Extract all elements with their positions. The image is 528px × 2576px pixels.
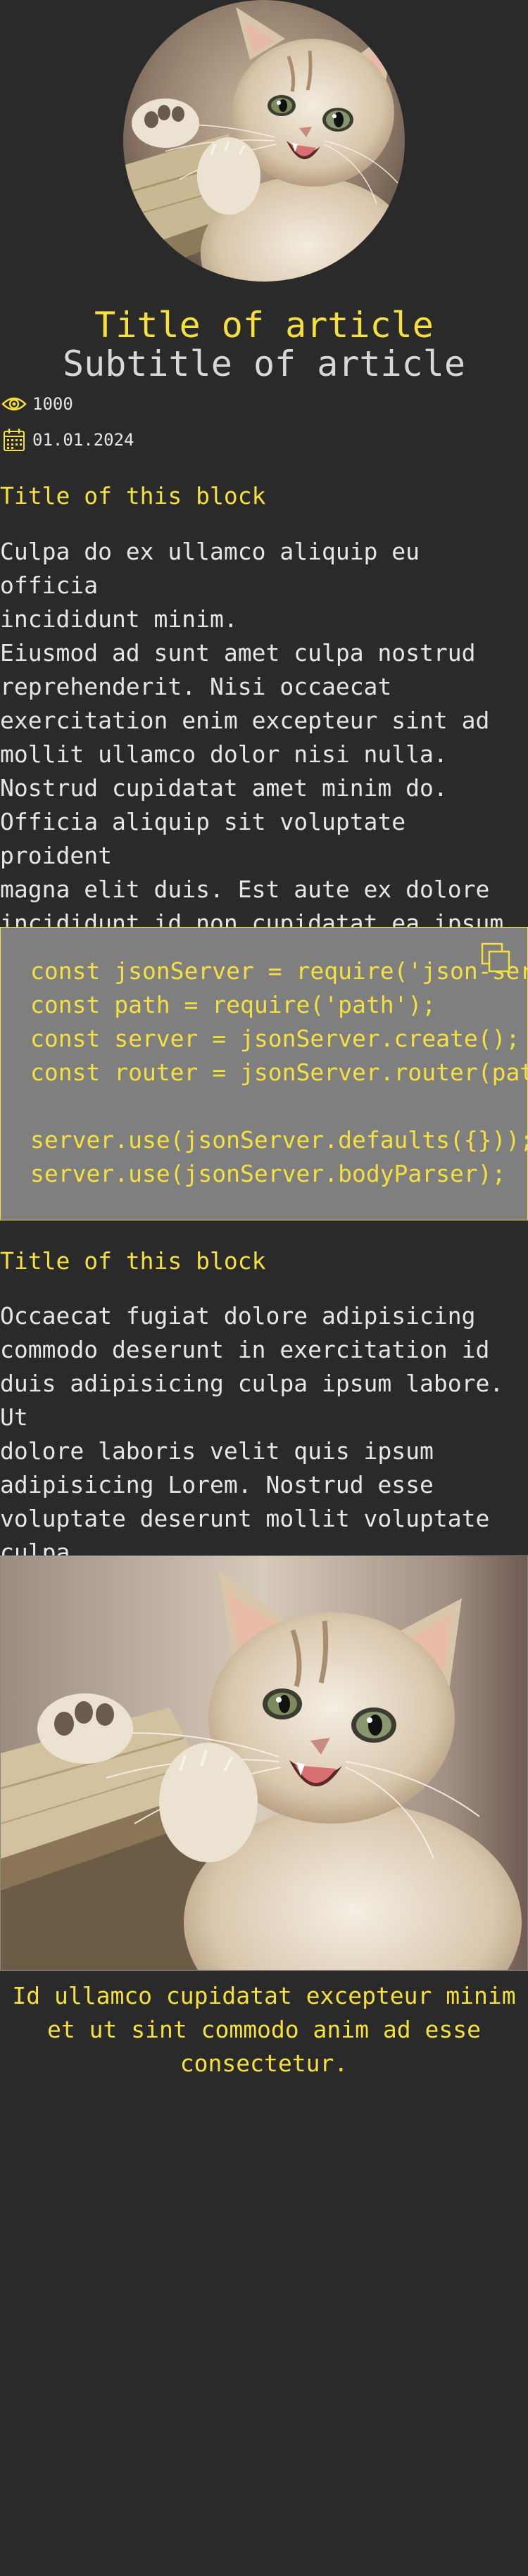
article-page: Title of article Subtitle of article 100… [0, 0, 528, 2576]
article-title: Title of article [94, 305, 434, 346]
views-count: 1000 [32, 394, 73, 414]
block-paragraph: Culpa do ex ullamco aliquip eu officia i… [0, 538, 504, 971]
article-subtitle: Subtitle of article [63, 343, 465, 384]
image-caption: Id ullamco cupidatat excepteur minim et … [12, 1982, 516, 2077]
article-avatar-image [123, 0, 405, 282]
block-title: Title of this block [0, 1247, 266, 1275]
copy-button[interactable] [479, 942, 513, 976]
views-row: 1000 [0, 390, 73, 418]
block-title: Title of this block [0, 482, 266, 510]
eye-icon [0, 390, 28, 418]
copy-icon [481, 942, 510, 973]
date-row: 01.01.2024 [0, 426, 134, 454]
block-paragraph: Occaecat fugiat dolore adipisicing commo… [0, 1302, 504, 1566]
code-block: const jsonServer = require('json-server'… [0, 927, 528, 1220]
publish-date: 01.01.2024 [32, 430, 134, 450]
code-content[interactable]: const jsonServer = require('json-server'… [30, 954, 527, 1191]
calendar-icon [0, 426, 28, 454]
block-image [0, 1555, 528, 1971]
